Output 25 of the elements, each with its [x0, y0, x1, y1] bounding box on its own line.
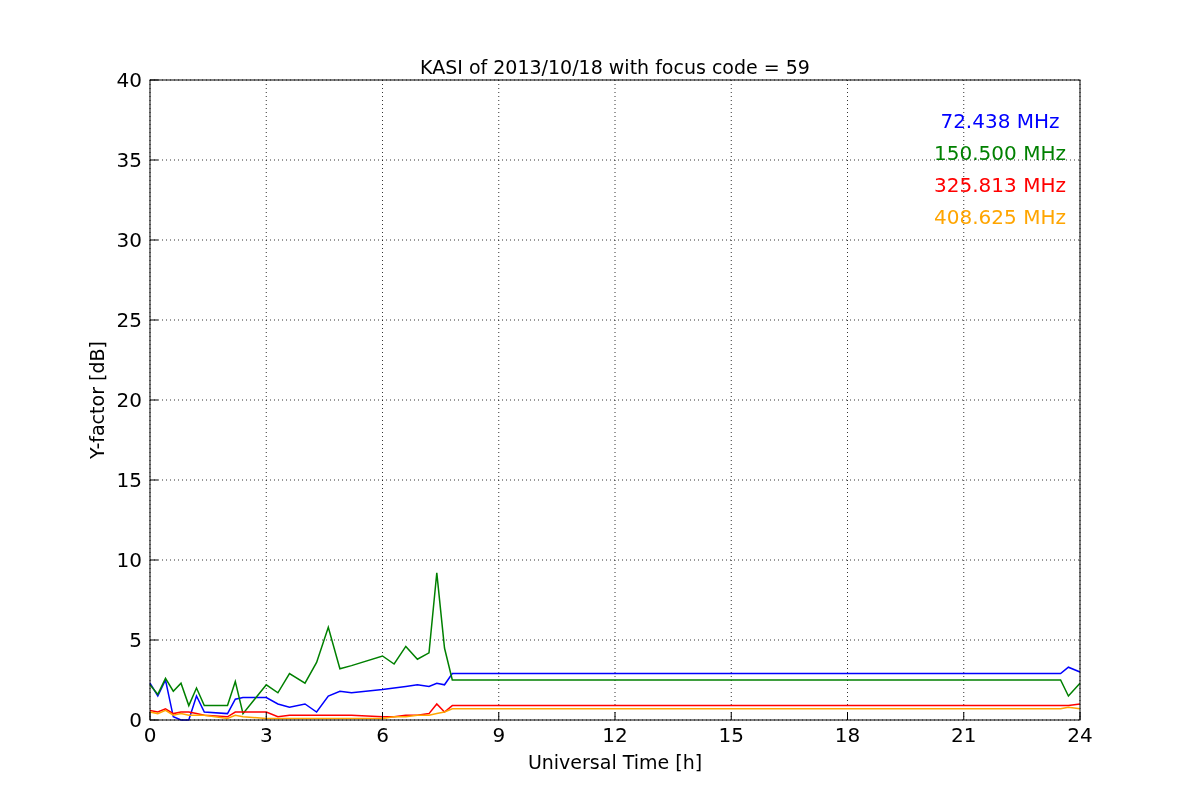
x-tick-label: 3: [259, 723, 273, 747]
x-tick-label: 6: [376, 723, 389, 747]
x-tick-label: 24: [1067, 723, 1093, 747]
y-tick-label: 25: [116, 308, 142, 332]
x-axis-label: Universal Time [h]: [527, 751, 703, 773]
y-tick-label: 10: [116, 548, 142, 572]
x-tick-label: 18: [834, 723, 861, 747]
y-tick-label: 20: [116, 388, 142, 412]
legend-label: 408.625 MHz: [934, 205, 1066, 229]
x-tick-label: 15: [718, 723, 744, 747]
legend-label: 72.438 MHz: [940, 109, 1060, 133]
y-tick-label: 40: [116, 68, 142, 92]
x-tick-label: 12: [602, 723, 628, 747]
chart-title: KASI of 2013/10/18 with focus code = 59: [420, 56, 810, 78]
y-tick-label: 15: [116, 468, 142, 492]
x-tick-label: 21: [951, 723, 977, 747]
y-axis-label: Y-factor [dB]: [86, 341, 108, 459]
y-tick-label: 35: [116, 148, 142, 172]
legend-label: 325.813 MHz: [934, 173, 1066, 197]
y-tick-label: 30: [116, 228, 142, 252]
y-tick-label: 5: [129, 628, 142, 652]
x-tick-label: 0: [143, 723, 157, 747]
legend-label: 150.500 MHz: [934, 141, 1066, 165]
x-tick-label: 9: [492, 723, 506, 747]
y-tick-label: 0: [129, 708, 142, 732]
